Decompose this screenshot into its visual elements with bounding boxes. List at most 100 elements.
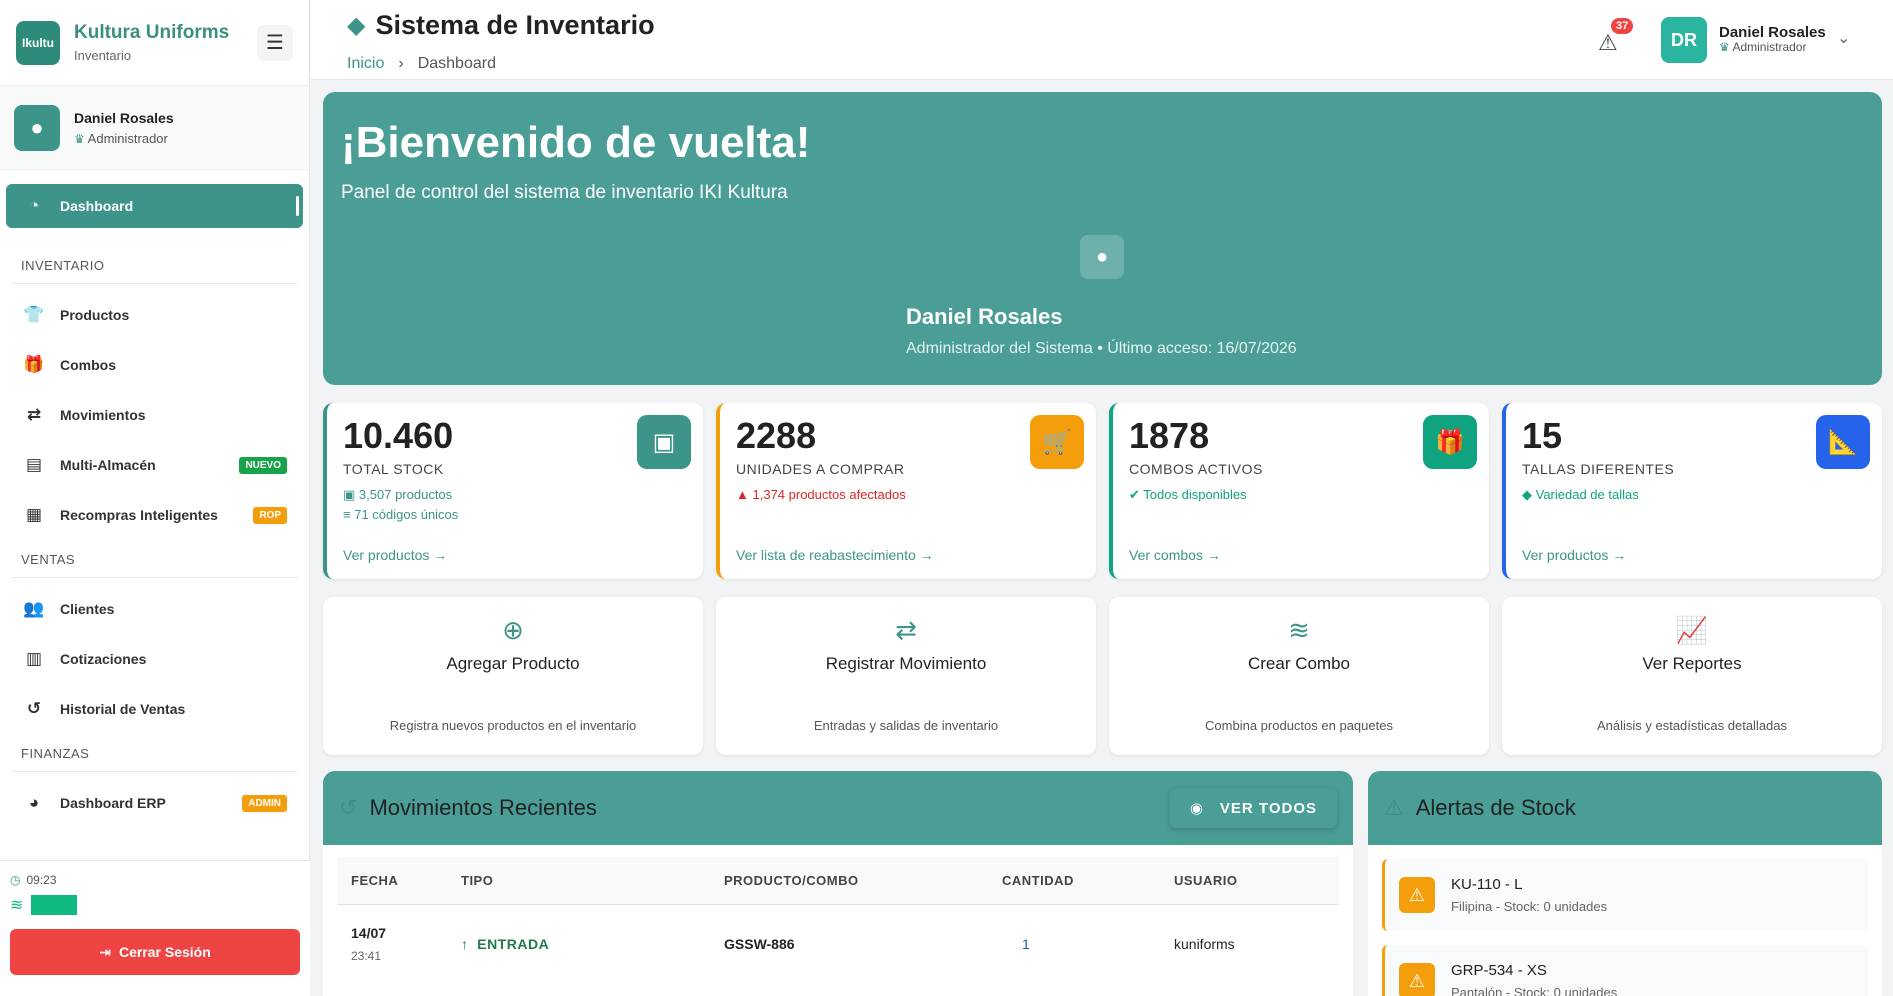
movimientos-title: Movimientos Recientes bbox=[369, 795, 597, 820]
exchange-icon: ⇄ bbox=[26, 405, 42, 424]
calculator-icon: ▦ bbox=[25, 505, 43, 524]
sidebar-item-productos[interactable]: 👕 Productos bbox=[6, 290, 303, 340]
user-avatar-icon: ● bbox=[14, 104, 60, 151]
stat-label: TALLAS DIFERENTES bbox=[1522, 461, 1675, 477]
profile-role: Administrador bbox=[1732, 40, 1807, 54]
gift-icon: 🎁 bbox=[1423, 415, 1477, 469]
warehouse-icon: ▤ bbox=[25, 455, 43, 474]
plus-circle-icon: ⊕ bbox=[502, 615, 524, 645]
breadcrumb: Inicio › Dashboard bbox=[347, 55, 496, 73]
ver-todos-button[interactable]: ◉ VER TODOS bbox=[1169, 788, 1337, 828]
movimientos-table: FECHA TIPO PRODUCTO/COMBO CANTIDAD USUAR… bbox=[323, 845, 1353, 983]
warning-icon: ⚠ bbox=[1399, 877, 1435, 913]
exchange-icon: ⇄ bbox=[895, 615, 917, 645]
stat-link[interactable]: Ver lista de reabastecimiento → bbox=[736, 547, 934, 563]
brand-logo: Ikultu bbox=[16, 20, 60, 65]
stat-label: UNIDADES A COMPRAR bbox=[736, 461, 905, 477]
sidebar-item-recompras[interactable]: ▦ Recompras Inteligentes ROP bbox=[6, 490, 303, 540]
welcome-subtitle: Panel de control del sistema de inventar… bbox=[341, 182, 788, 203]
alertas-title: Alertas de Stock bbox=[1415, 795, 1576, 820]
check-circle-icon: ✔ bbox=[1129, 487, 1140, 502]
user-icon: ● bbox=[1080, 235, 1124, 279]
sidebar-item-combos[interactable]: 🎁 Combos bbox=[6, 340, 303, 390]
page-title: Sistema de Inventario bbox=[375, 10, 655, 40]
chevron-down-icon[interactable]: ⌄ bbox=[1837, 28, 1850, 48]
stat-link[interactable]: Ver productos → bbox=[343, 547, 447, 563]
hamburger-icon: ☰ bbox=[266, 32, 284, 54]
sidebar-item-multi-almacen[interactable]: ▤ Multi-Almacén NUEVO bbox=[6, 440, 303, 490]
logout-icon: ⇥ bbox=[99, 943, 111, 960]
stat-value: 15 bbox=[1522, 415, 1563, 456]
warning-icon: ⚠ bbox=[1384, 795, 1404, 820]
sidebar-item-historial[interactable]: ↺ Historial de Ventas bbox=[6, 684, 303, 734]
welcome-meta: Administrador del Sistema • Último acces… bbox=[906, 340, 1297, 357]
boxes-icon: ▣ bbox=[343, 487, 356, 502]
badge-rop: ROP bbox=[253, 506, 287, 524]
stat-card-total-stock: 10.460 TOTAL STOCK ▣ 3,507 productos ≡ 7… bbox=[323, 403, 703, 579]
warning-icon: ⚠ bbox=[1399, 963, 1435, 996]
file-icon: ▥ bbox=[25, 649, 43, 668]
stat-card-combos-activos: 1878 COMBOS ACTIVOS ✔ Todos disponibles … bbox=[1109, 403, 1489, 579]
eye-icon: ◉ bbox=[1189, 800, 1204, 817]
history-icon: ↺ bbox=[339, 795, 358, 820]
gauge-icon: ◔ bbox=[28, 196, 40, 215]
sidebar-item-dashboard[interactable]: ◔ Dashboard bbox=[6, 184, 303, 228]
tag-icon: ◆ bbox=[1522, 487, 1532, 502]
pie-chart-icon: ◕ bbox=[28, 793, 40, 812]
logout-button[interactable]: ⇥ Cerrar Sesión bbox=[10, 929, 300, 975]
stat-link[interactable]: Ver combos → bbox=[1129, 547, 1221, 563]
profile-avatar[interactable]: DR bbox=[1661, 17, 1707, 63]
welcome-title: ¡Bienvenido de vuelta! bbox=[341, 118, 811, 167]
section-finanzas: FINANZAS bbox=[12, 734, 297, 772]
wifi-icon: ≋ bbox=[10, 897, 24, 914]
breadcrumb-home[interactable]: Inicio bbox=[347, 55, 384, 73]
action-crear-combo[interactable]: ≋ Crear Combo Combina productos en paque… bbox=[1109, 597, 1489, 755]
alert-count-badge: 37 bbox=[1611, 18, 1634, 34]
brand-header: Ikultu Kultura Uniforms Inventario ☰ bbox=[0, 0, 309, 86]
welcome-banner: ¡Bienvenido de vuelta! Panel de control … bbox=[323, 92, 1882, 385]
profile-name[interactable]: Daniel Rosales bbox=[1719, 24, 1826, 41]
layers-icon: ≋ bbox=[1288, 615, 1310, 645]
warning-icon: ▲ bbox=[736, 487, 749, 502]
section-inventario: INVENTARIO bbox=[12, 246, 297, 284]
cube-icon: ◆ bbox=[347, 12, 366, 39]
action-ver-reportes[interactable]: 📈 Ver Reportes Análisis y estadísticas d… bbox=[1502, 597, 1882, 755]
cart-icon: 🛒 bbox=[1030, 415, 1084, 469]
badge-admin: ADMIN bbox=[242, 794, 287, 812]
crown-icon: ♛ bbox=[74, 131, 85, 146]
action-registrar-movimiento[interactable]: ⇄ Registrar Movimiento Entradas y salida… bbox=[716, 597, 1096, 755]
breadcrumb-current: Dashboard bbox=[417, 55, 496, 72]
clock-time: 09:23 bbox=[26, 873, 57, 887]
sidebar-item-movimientos[interactable]: ⇄ Movimientos bbox=[6, 390, 303, 440]
section-ventas: VENTAS bbox=[12, 540, 297, 578]
connection-status-bar bbox=[31, 895, 78, 915]
ruler-icon: 📐 bbox=[1816, 415, 1870, 469]
sidebar: Ikultu Kultura Uniforms Inventario ☰ ● D… bbox=[0, 0, 310, 996]
movimientos-header: ↺ Movimientos Recientes ◉ VER TODOS bbox=[323, 771, 1353, 845]
table-row[interactable]: 14/07 23:41 ↑ ENTRADA GSSW-886 1 kunifor… bbox=[337, 905, 1339, 983]
shirt-icon: 👕 bbox=[23, 305, 45, 324]
sidebar-item-clientes[interactable]: 👥 Clientes bbox=[6, 584, 303, 634]
brand-title: Kultura Uniforms bbox=[74, 22, 230, 43]
sidebar-item-cotizaciones[interactable]: ▥ Cotizaciones bbox=[6, 634, 303, 684]
sidebar-user: ● Daniel Rosales ♛ Administrador bbox=[0, 86, 309, 170]
sidebar-user-role: Administrador bbox=[87, 130, 168, 146]
stat-link[interactable]: Ver productos → bbox=[1522, 547, 1626, 563]
welcome-user-name: Daniel Rosales bbox=[906, 304, 1063, 329]
cubes-icon: ▣ bbox=[637, 415, 691, 469]
alertas-header: ⚠ Alertas de Stock bbox=[1368, 771, 1882, 845]
crown-icon: ♛ bbox=[1719, 40, 1730, 54]
alertas-panel: ⚠ Alertas de Stock ⚠ KU-110 - L Filipina… bbox=[1368, 771, 1882, 996]
menu-toggle-button[interactable]: ☰ bbox=[257, 24, 293, 61]
stock-alert-item[interactable]: ⚠ GRP-534 - XS Pantalón - Stock: 0 unida… bbox=[1382, 945, 1868, 996]
stat-value: 1878 bbox=[1129, 415, 1210, 456]
sidebar-item-dashboard-erp[interactable]: ◕ Dashboard ERP ADMIN bbox=[6, 778, 303, 828]
stock-alert-item[interactable]: ⚠ KU-110 - L Filipina - Stock: 0 unidade… bbox=[1382, 859, 1868, 931]
stat-value: 2288 bbox=[736, 415, 817, 456]
action-agregar-producto[interactable]: ⊕ Agregar Producto Registra nuevos produ… bbox=[323, 597, 703, 755]
warning-icon[interactable]: ⚠ bbox=[1598, 30, 1618, 56]
movimientos-panel: ↺ Movimientos Recientes ◉ VER TODOS FECHA… bbox=[323, 771, 1353, 996]
arrow-up-icon: ↑ bbox=[461, 936, 469, 952]
stat-label: TOTAL STOCK bbox=[343, 461, 444, 477]
table-header: FECHA TIPO PRODUCTO/COMBO CANTIDAD USUAR… bbox=[337, 857, 1339, 905]
